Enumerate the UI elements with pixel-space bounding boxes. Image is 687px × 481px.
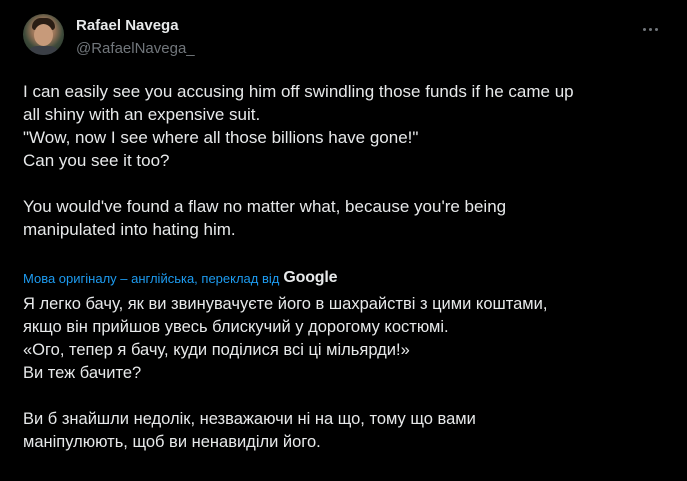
tweet: Rafael Navega @RafaelNavega_ I can easil…: [0, 0, 687, 481]
avatar-shirt: [27, 46, 60, 55]
translated-line: «Ого, тепер я бачу, куди поділися всі ці…: [23, 341, 410, 359]
original-line: You would've found a flaw no matter what…: [23, 197, 507, 216]
tweet-translated-text: Я легко бачу, як ви звинувачуєте його в …: [23, 293, 673, 454]
translated-line: Ви б знайшли недолік, незважаючи ні на щ…: [23, 410, 476, 428]
translated-line: Ви теж бачите?: [23, 364, 142, 382]
original-line: "Wow, now I see where all those billions…: [23, 128, 419, 147]
translation-attribution-link[interactable]: Мова оригіналу – англійська, переклад ві…: [23, 269, 337, 287]
avatar-face: [34, 24, 53, 46]
author-handle[interactable]: @RafaelNavega_: [76, 40, 195, 57]
author-name[interactable]: Rafael Navega: [76, 17, 179, 34]
translated-line: якщо він прийшов увесь блискучий у дорог…: [23, 318, 449, 336]
translation-note-label: Мова оригіналу – англійська, переклад ві…: [23, 270, 280, 286]
translated-line: Я легко бачу, як ви звинувачуєте його в …: [23, 295, 548, 313]
original-line: manipulated into hating him.: [23, 220, 236, 239]
original-line: I can easily see you accusing him off sw…: [23, 82, 574, 101]
original-line: Can you see it too?: [23, 151, 170, 170]
translated-line: маніпулюють, щоб ви ненавиділи його.: [23, 433, 321, 451]
more-dot: [648, 27, 652, 31]
more-dot: [642, 27, 646, 31]
more-dot: [654, 27, 658, 31]
more-options-icon[interactable]: [636, 18, 664, 40]
tweet-original-text: I can easily see you accusing him off sw…: [23, 80, 673, 241]
avatar[interactable]: [23, 14, 64, 55]
google-logo: Google: [283, 269, 338, 286]
original-line: all shiny with an expensive suit.: [23, 105, 261, 124]
